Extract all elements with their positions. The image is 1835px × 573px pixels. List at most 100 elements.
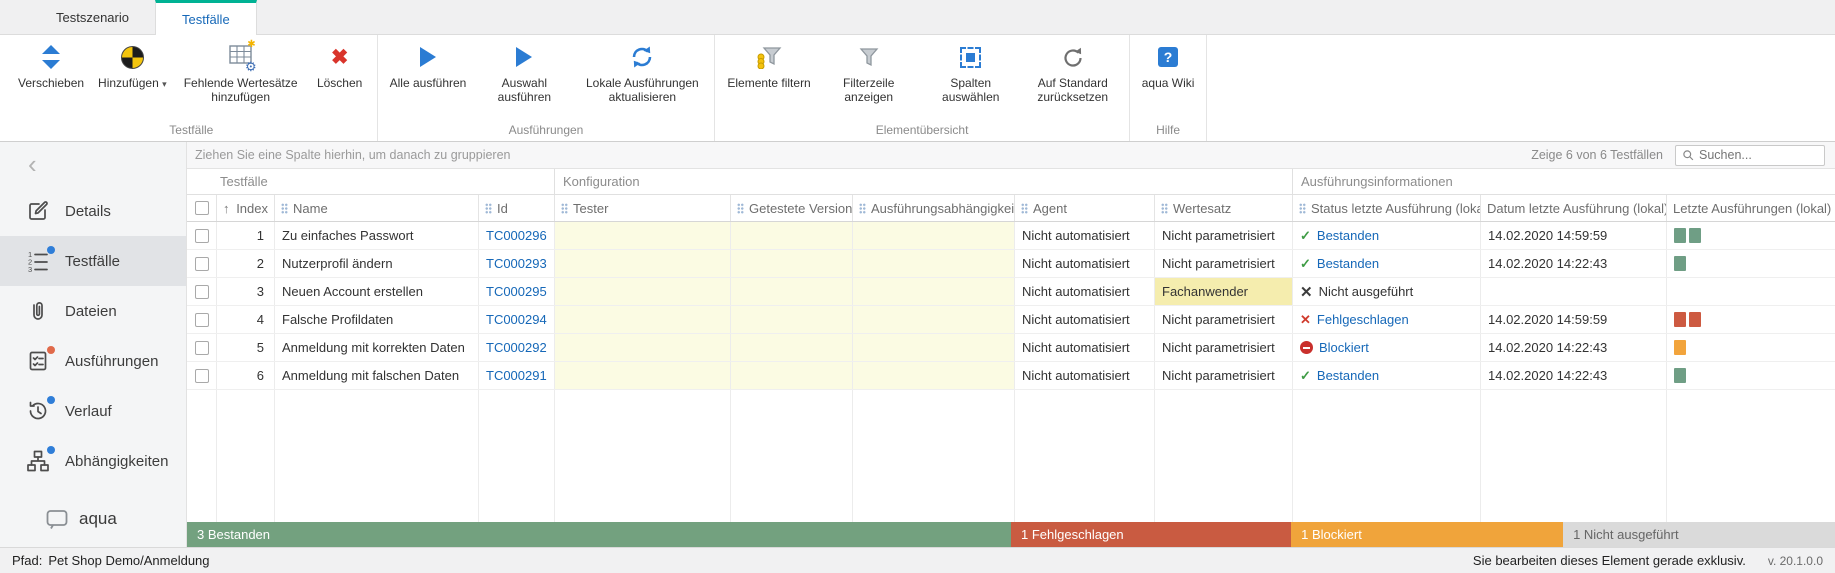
row-checkbox[interactable] <box>195 313 209 327</box>
column-filter-icon[interactable] <box>1161 203 1168 214</box>
sidebar-item-testfaelle[interactable]: 123 Testfälle <box>0 236 186 286</box>
table-row[interactable]: 1 Zu einfaches Passwort TC000296 Nicht a… <box>187 222 1835 250</box>
row-tester[interactable] <box>555 334 731 361</box>
row-agent[interactable]: Nicht automatisiert <box>1015 334 1155 361</box>
row-id-link[interactable]: TC000295 <box>479 278 555 305</box>
filter-elements-button[interactable]: Elemente filtern <box>723 39 814 90</box>
column-filter-icon[interactable] <box>859 203 866 214</box>
notification-badge <box>47 396 55 404</box>
row-tester[interactable] <box>555 306 731 333</box>
column-filter-icon[interactable] <box>561 203 568 214</box>
row-checkbox[interactable] <box>195 285 209 299</box>
choose-columns-button[interactable]: Spalten auswählen <box>923 39 1019 104</box>
column-header-tester[interactable]: Tester <box>555 195 731 221</box>
refresh-local-executions-button[interactable]: Lokale Ausführungen aktualisieren <box>578 39 706 104</box>
run-selection-button[interactable]: Auswahl ausführen <box>476 39 572 104</box>
search-box[interactable] <box>1675 145 1825 166</box>
sidebar-item-dateien[interactable]: Dateien <box>0 286 186 336</box>
row-valueset[interactable]: Nicht parametrisiert <box>1155 250 1293 277</box>
row-version[interactable] <box>731 362 853 389</box>
column-filter-icon[interactable] <box>737 203 744 214</box>
row-version[interactable] <box>731 334 853 361</box>
reset-to-default-button[interactable]: Auf Standard zurücksetzen <box>1025 39 1121 104</box>
row-agent[interactable]: Nicht automatisiert <box>1015 222 1155 249</box>
row-status: Blockiert <box>1293 334 1481 361</box>
select-all-checkbox[interactable] <box>195 201 209 215</box>
ribbon-group-label: Hilfe <box>1138 120 1199 141</box>
tab-testszenario[interactable]: Testszenario <box>30 0 155 34</box>
table-row[interactable]: 6 Anmeldung mit falschen Daten TC000291 … <box>187 362 1835 390</box>
row-valueset[interactable]: Nicht parametrisiert <box>1155 222 1293 249</box>
column-header-status[interactable]: Status letzte Ausführung (lokal) <box>1293 195 1481 221</box>
row-version[interactable] <box>731 222 853 249</box>
row-id-link[interactable]: TC000293 <box>479 250 555 277</box>
column-header-getestete-version[interactable]: Getestete Version <box>731 195 853 221</box>
row-checkbox[interactable] <box>195 369 209 383</box>
row-date: 14.02.2020 14:59:59 <box>1481 222 1667 249</box>
column-header-id[interactable]: Id <box>479 195 555 221</box>
row-checkbox[interactable] <box>195 257 209 271</box>
group-by-hint[interactable]: Ziehen Sie eine Spalte hierhin, um danac… <box>195 148 1519 162</box>
execution-square <box>1674 340 1686 355</box>
row-id-link[interactable]: TC000296 <box>479 222 555 249</box>
table-row[interactable]: 4 Falsche Profildaten TC000294 Nicht aut… <box>187 306 1835 334</box>
summary-segment-label: 1 Nicht ausgeführt <box>1573 527 1679 542</box>
delete-button[interactable]: ✖ Löschen <box>311 39 369 90</box>
row-agent[interactable]: Nicht automatisiert <box>1015 306 1155 333</box>
aqua-wiki-button[interactable]: ? aqua Wiki <box>1138 39 1199 90</box>
column-filter-icon[interactable] <box>485 203 492 214</box>
search-input[interactable] <box>1699 148 1818 162</box>
row-id-link[interactable]: TC000294 <box>479 306 555 333</box>
row-valueset[interactable]: Nicht parametrisiert <box>1155 334 1293 361</box>
row-id-link[interactable]: TC000292 <box>479 334 555 361</box>
row-tester[interactable] <box>555 250 731 277</box>
column-header-agent[interactable]: Agent <box>1015 195 1155 221</box>
sidebar-item-ausfuehrungen[interactable]: Ausführungen <box>0 336 186 386</box>
row-tester[interactable] <box>555 278 731 305</box>
add-button[interactable]: Hinzufügen ▾ <box>94 39 171 90</box>
row-version[interactable] <box>731 306 853 333</box>
row-checkbox[interactable] <box>195 229 209 243</box>
column-header-index[interactable]: ↑Index <box>217 195 275 221</box>
column-header-name[interactable]: Name <box>275 195 479 221</box>
row-dependency[interactable] <box>853 306 1015 333</box>
aqua-logo-icon <box>44 507 70 531</box>
table-row[interactable]: 2 Nutzerprofil ändern TC000293 Nicht aut… <box>187 250 1835 278</box>
column-filter-icon[interactable] <box>281 203 288 214</box>
row-valueset[interactable]: Nicht parametrisiert <box>1155 306 1293 333</box>
row-tester[interactable] <box>555 362 731 389</box>
row-tester[interactable] <box>555 222 731 249</box>
row-id-link[interactable]: TC000291 <box>479 362 555 389</box>
row-version[interactable] <box>731 250 853 277</box>
row-dependency[interactable] <box>853 250 1015 277</box>
row-agent[interactable]: Nicht automatisiert <box>1015 250 1155 277</box>
row-version[interactable] <box>731 278 853 305</box>
move-button[interactable]: Verschieben <box>14 39 88 90</box>
column-header-datum[interactable]: Datum letzte Ausführung (lokal) <box>1481 195 1667 221</box>
row-dependency[interactable] <box>853 334 1015 361</box>
column-filter-icon[interactable] <box>1299 203 1306 214</box>
row-dependency[interactable] <box>853 222 1015 249</box>
run-all-button[interactable]: Alle ausführen <box>386 39 471 90</box>
row-dependency[interactable] <box>853 362 1015 389</box>
column-filter-icon[interactable] <box>1021 203 1028 214</box>
sidebar-item-details[interactable]: Details <box>0 186 186 236</box>
tab-testfaelle[interactable]: Testfälle <box>155 0 257 35</box>
show-filter-row-button[interactable]: Filterzeile anzeigen <box>821 39 917 104</box>
table-row[interactable]: 3 Neuen Account erstellen TC000295 Nicht… <box>187 278 1835 306</box>
collapse-sidebar-button[interactable]: ‹ <box>0 142 186 186</box>
row-checkbox[interactable] <box>195 341 209 355</box>
summary-segment-blocked: 1 Blockiert <box>1291 522 1563 547</box>
sidebar-item-abhaengigkeiten[interactable]: Abhängigkeiten <box>0 436 186 486</box>
column-header-ausfuehrungsabhaengigkeit[interactable]: Ausführungsabhängigkeit? <box>853 195 1015 221</box>
table-row[interactable]: 5 Anmeldung mit korrekten Daten TC000292… <box>187 334 1835 362</box>
add-missing-valuesets-button[interactable]: ✱ ⚙ Fehlende Wertesätze hinzufügen <box>177 39 305 104</box>
row-valueset[interactable]: Fachanwender <box>1155 278 1293 305</box>
row-dependency[interactable] <box>853 278 1015 305</box>
column-header-wertesatz[interactable]: Wertesatz <box>1155 195 1293 221</box>
row-valueset[interactable]: Nicht parametrisiert <box>1155 362 1293 389</box>
row-agent[interactable]: Nicht automatisiert <box>1015 362 1155 389</box>
sidebar-item-verlauf[interactable]: Verlauf <box>0 386 186 436</box>
column-header-letzte-ausfuehrungen[interactable]: Letzte Ausführungen (lokal) <box>1667 195 1835 221</box>
row-agent[interactable]: Nicht automatisiert <box>1015 278 1155 305</box>
